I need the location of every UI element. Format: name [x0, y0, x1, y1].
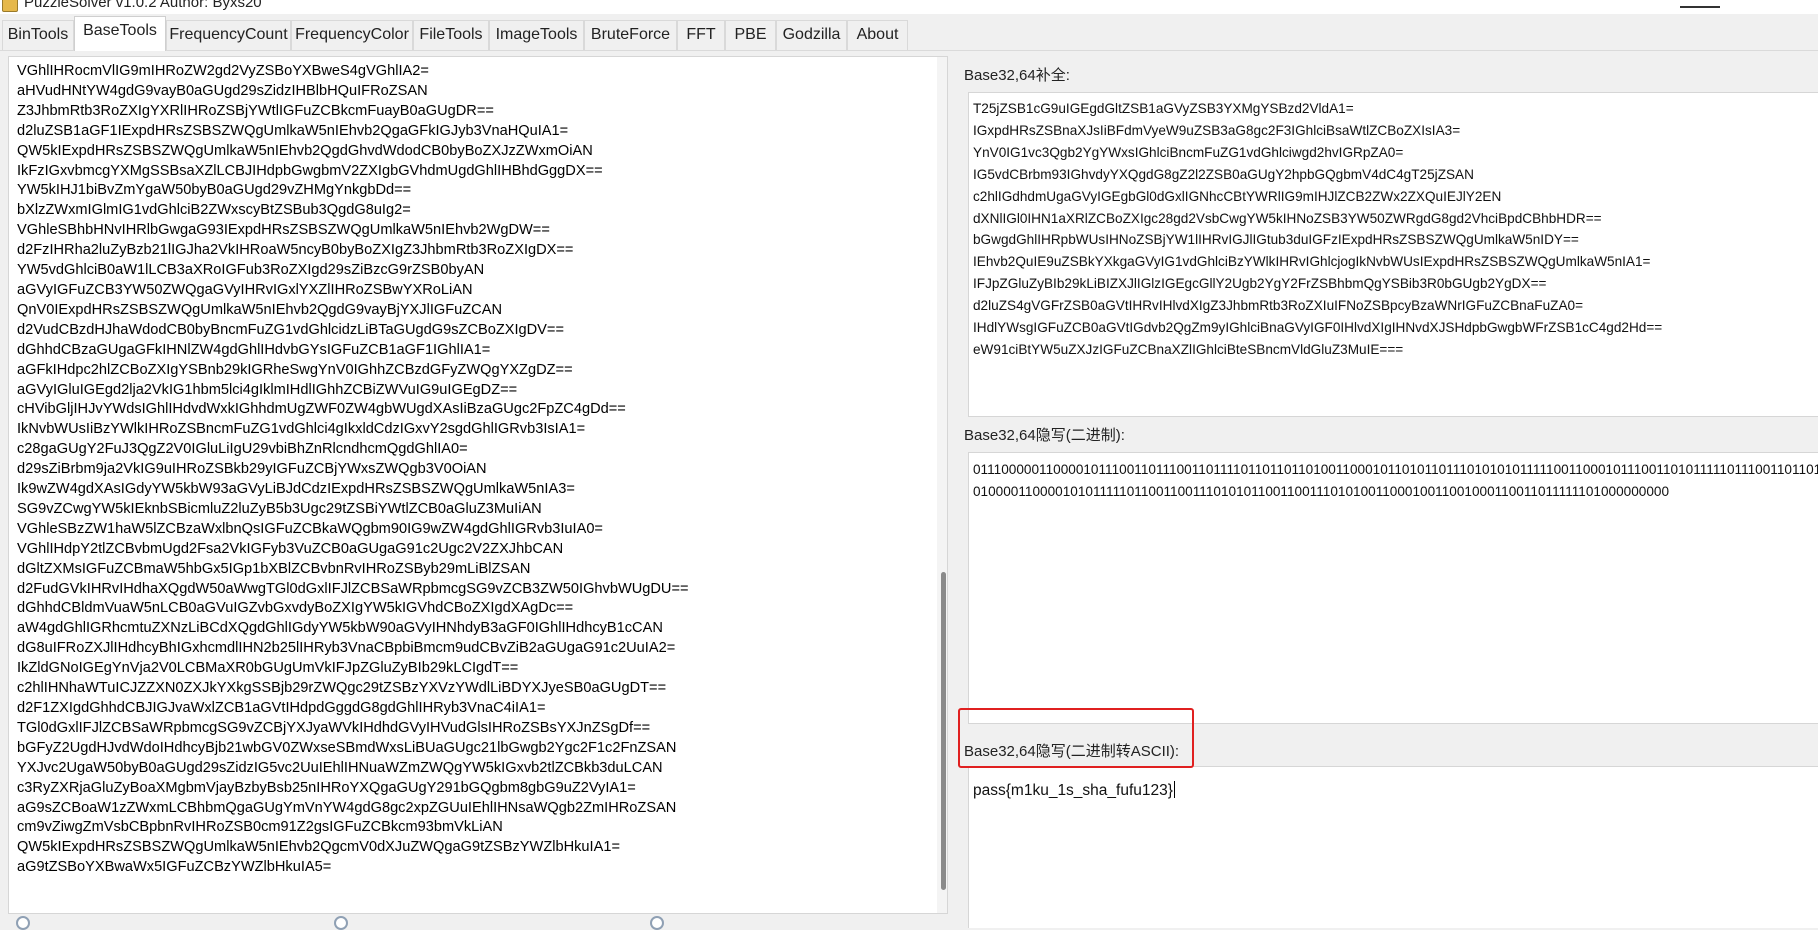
text-line: QW5kIExpdHRsZSBSZWQgUmlkaW5nIEhvb2QgdGhv… [17, 142, 593, 159]
text-line: aHVudHNtYW4gdG9vayB0aGUgd29sZidzIHBlbHQu… [17, 82, 428, 99]
text-line: c2hlIGdhdmUgaGVyIGEgbGl0dGxlIGNhcCBtYWRl… [973, 188, 1502, 204]
text-line: cm9vZiwgZmVsbCBpbnRvIHRoZSB0cm91Z2gsIGFu… [17, 819, 503, 836]
text-line: QW5kIExpdHRsZSBSZWQgUmlkaW5nIEhvb2QgcmV0… [17, 839, 620, 856]
tab-bar: BinTools BaseTools FrequencyCount Freque… [0, 14, 1818, 51]
text-line: eW91ciBtYW5uZXJzIGFuZCBnaXZlIGhlciBteSBn… [973, 341, 1404, 357]
text-line: cHVibGljIHJvYWdsIGhlIHdvdWxkIGhhdmUgZWF0… [17, 401, 626, 418]
text-line: d29sZiBrbm9ja2VkIG9uIHRoZSBkb29yIGFuZCBj… [17, 461, 487, 478]
text-line: YXJvc2UgaW50byB0aGUgd29sZidzIG5vc2UuIEhl… [17, 759, 663, 776]
tab-filetools[interactable]: FileTools [413, 20, 489, 50]
text-line: d2VudCBzdHJhaWdodCB0byBncmFuZG1vdGhlcidz… [17, 321, 564, 338]
minimize-icon[interactable] [1680, 0, 1720, 8]
text-line: IG5vdCBrbm93IGhvdyYXQgdG8gZ2l2ZSB0aGUgY2… [973, 166, 1474, 182]
text-line: dGltZXMsIGFuZCBmaW5hbGx5IGp1bXBlZCBvbnRv… [17, 560, 531, 577]
text-line: aGVyIGluIGEgd2lja2VkIG1hbm5lci4gIklmIHdl… [17, 381, 518, 398]
text-line: c2hlIHNhaWTuICJZZXN0ZXJkYXkgSSBjb29rZWQg… [17, 680, 667, 697]
text-line: 0111000001100001011100110111001101111011… [973, 462, 1818, 477]
text-line: aG9sZCBoaW1zZWxmLCBhbmQgaGUgYmVnYW4gdG8g… [17, 799, 677, 816]
text-line: d2FzIHRha2luZyBzb21lIGJha2VkIHRoaW5ncyB0… [17, 242, 574, 259]
text-line: IkZldGNoIGEgYnVja2V0LCBMaXR0bGUgUmVkIFJp… [17, 660, 519, 677]
text-line: aW4gdGhlIGRhcmtuZXNzLiBCdXQgdGhlIGdyYW5k… [17, 620, 663, 637]
binary-output-lines: 0111000001100001011100110111001101111011… [973, 459, 1818, 503]
vertical-scrollbar[interactable] [937, 57, 947, 913]
text-line: aG9tZSBoYXBwaWx5IGFuZCBzYWZlbHkuIA5= [17, 859, 332, 876]
fill-output-lines: T25jZSB1cG9uIGEgdGltZSB1aGVyZSB3YXMgYSBz… [973, 98, 1662, 361]
text-line: VGhlIHdpY2tlZCBvbmUgd2Fsa2VkIGFyb3VuZCB0… [17, 540, 564, 557]
text-line: bXlzZWxmIGlmIG1vdGhlciB2ZWxscyBtZSBub3Qg… [17, 202, 411, 219]
tab-bruteforce[interactable]: BruteForce [584, 20, 677, 50]
text-line: dGhhdCBzaGUgaGFkIHNlZW4gdGhlIHdvbGYsIGFu… [17, 341, 491, 358]
input-text-lines: VGhlIHRocmVlIG9mIHRoZW2gd2VyZSBoYXBweS4g… [17, 62, 917, 878]
text-line: d2FudGVkIHRvIHdhaXQgdW50aWwgTGl0dGxlIFJl… [17, 580, 689, 597]
binary-label: Base32,64隐写(二进制): [964, 427, 1125, 444]
text-line: aGFkIHdpc2hlZCBoZXIgYSBnb29kIGRheSwgYnV0… [17, 361, 573, 378]
text-line: YW5kIHJ1biBvZmYgaW50byB0aGUgd29vZHMgYnkg… [17, 182, 412, 199]
tab-fft[interactable]: FFT [677, 20, 725, 50]
tab-godzilla[interactable]: Godzilla [776, 20, 847, 50]
text-line: YW5vdGhlciB0aW1lLCB3aXRoIGFub3RoZXIgd29s… [17, 262, 485, 279]
text-line: dGhhdCBldmVuaW5nLCB0aGVuIGZvbGxvdyBoZXIg… [17, 600, 574, 617]
text-line: dG8uIFRoZXJlIHdhcyBhIGxhcmdlIHN2b25lIHRy… [17, 640, 676, 657]
text-line: d2luZSB1aGF1IExpdHRsZSBSZWQgUmlkaW5nIEhv… [17, 122, 569, 139]
text-line: bGwgdGhlIHRpbWUsIHNoZSBjYW1lIHRvIGJlIGtu… [973, 232, 1579, 248]
text-line: IHdlYWsgIGFuZCB0aGVtIGdvb2QgZm9yIGhlciBn… [973, 320, 1663, 336]
text-line: SG9vZCwgYW5kIEknbSBicmluZ2luZyB5b3Ugc29t… [17, 500, 542, 517]
text-line: VGhlIHRocmVlIG9mIHRoZW2gd2VyZSBoYXBweS4g… [17, 63, 429, 79]
tab-frequencycount[interactable]: FrequencyCount [166, 20, 291, 50]
title-bar: PuzzleSolver v1.0.2 Author: Byxs20 [0, 0, 1818, 14]
text-line: 0100001100001010111110110011001110101011… [973, 484, 1670, 499]
text-line: VGhleSBhbHNvIHRlbGwgaG93IExpdHRsZSBSZWQg… [17, 222, 550, 239]
text-line: TGl0dGxlIFJlZCBSaWRpbmcgSG9vZCBjYXJyaWVk… [17, 719, 651, 736]
tab-basetools[interactable]: BaseTools [74, 16, 166, 51]
tab-pbe[interactable]: PBE [725, 20, 776, 50]
tab-bintools[interactable]: BinTools [2, 20, 74, 50]
text-caret [1173, 781, 1175, 798]
text-line: c28gaGUgY2FuJ3QgZ2V0IGluLiIgU29vbiBhZnRl… [17, 441, 468, 458]
text-line: IkFzIGxvbmcgYXMgSSBsaXZlLCBJIHdpbGwgbmV2… [17, 162, 603, 179]
text-line: c3RyZXRjaGluZyBoaXMgbmVjayBzbyBsb25nIHRo… [17, 779, 636, 796]
text-line: d2F1ZXIgdGhhdCBJIGJvaWxlZCB1aGVtIHdpdGgg… [17, 700, 546, 716]
text-line: aGVyIGFuZCB3YW50ZWQgaGVyIHRvIGxlYXZlIHRo… [17, 281, 473, 298]
text-line: QnV0IExpdHRsZSBSZWQgUmlkaW5nIEhvb2QgdG9v… [17, 301, 502, 318]
text-line: IEhvb2QuIE9uZSBkYXkgaGVyIG1vdGhlciBzYWlk… [973, 254, 1651, 270]
text-line: IFJpZGluZyBIb29kLiBIZXJlIGlzIGEgcGllY2Ug… [973, 276, 1547, 292]
highlight-box [958, 708, 1194, 768]
scrollbar-thumb[interactable] [941, 572, 946, 890]
window-title: PuzzleSolver v1.0.2 Author: Byxs20 [24, 0, 262, 11]
text-line: bGFyZ2UgdHJvdWdoIHdhcyBjb21wbGV0ZWxseSBm… [17, 739, 677, 756]
tab-frequencycolor[interactable]: FrequencyColor [291, 20, 413, 50]
output-pane: Base32,64补全: T25jZSB1cG9uIGEgdGltZSB1aGV… [962, 56, 1818, 928]
ascii-result: pass{m1ku_1s_sha_fufu123} [973, 781, 1175, 800]
text-line: Ik9wZW4gdXAsIGdyYW5kbW93aGVyLiBJdCdzIExp… [17, 481, 575, 498]
fill-output-box[interactable]: T25jZSB1cG9uIGEgdGltZSB1aGVyZSB3YXMgYSBz… [968, 92, 1818, 417]
text-line: YnV0IG1vc3Qgb2YgYWxsIGhlciBncmFuZG1vdGhl… [973, 144, 1404, 160]
ascii-result-text: pass{m1ku_1s_sha_fufu123} [973, 782, 1173, 799]
tab-imagetools[interactable]: ImageTools [489, 20, 584, 50]
text-line: d2luZS4gVGFrZSB0aGVtIHRvIHlvdXIgZ3JhbmRt… [973, 298, 1584, 314]
tab-about[interactable]: About [847, 20, 908, 50]
text-line: VGhleSBzZW1haW5lZCBzaWxlbnQsIGFuZCBkaWQg… [17, 520, 603, 537]
text-line: T25jZSB1cG9uIGEgdGltZSB1aGVyZSB3YXMgYSBz… [973, 101, 1354, 116]
text-line: IkNvbWUsIiBzYWlkIHRoZSBncmFuZG1vdGhlci4g… [17, 421, 586, 438]
binary-output-box[interactable]: 0111000001100001011100110111001101111011… [968, 452, 1818, 724]
app-icon [2, 0, 18, 12]
text-line: Z3JhbmRtb3RoZXIgYXRlIHRoZSBjYWtlIGFuZCBk… [17, 102, 494, 119]
text-line: IGxpdHRsZSBnaXJsIiBFdmVyeW9uZSB3aG8gc2F3… [973, 122, 1461, 138]
ascii-output-box[interactable]: pass{m1ku_1s_sha_fufu123} [968, 766, 1818, 928]
input-text-area[interactable]: VGhlIHRocmVlIG9mIHRoZW2gd2VyZSBoYXBweS4g… [8, 56, 948, 914]
radio-row [8, 916, 948, 930]
fill-label: Base32,64补全: [964, 67, 1070, 84]
text-line: dXNlIGl0IHN1aXRlZCBoZXIgc28gd2VsbCwgYW5k… [973, 210, 1602, 226]
